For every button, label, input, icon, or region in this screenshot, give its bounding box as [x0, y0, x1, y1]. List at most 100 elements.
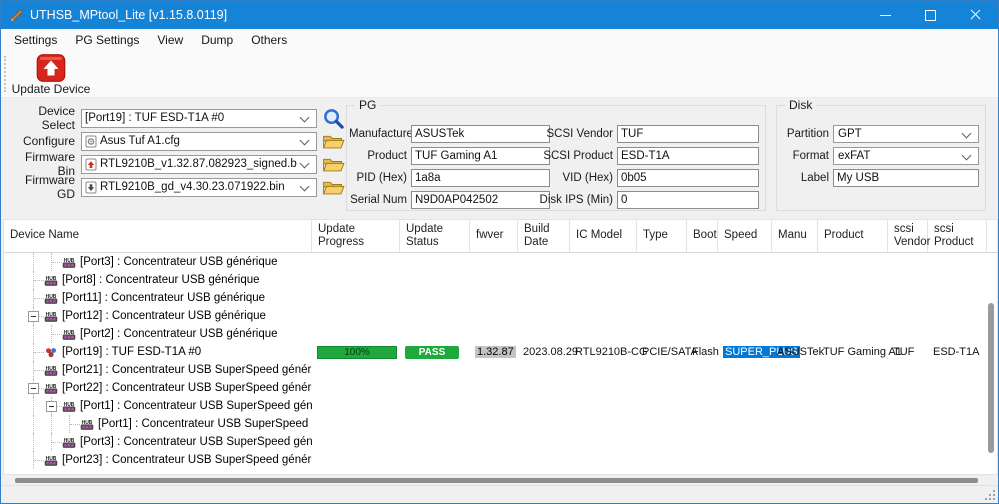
firmware-bin-browse-button[interactable] — [322, 156, 345, 173]
scsi-product-field[interactable] — [617, 147, 759, 165]
column-header-speed[interactable]: Speed — [718, 220, 772, 252]
fwver-chip: 1.32.87 — [475, 346, 516, 358]
pg-group-title: PG — [355, 98, 380, 112]
tree-row[interactable]: HUB[Port3] : Concentrateur USB générique — [4, 253, 997, 271]
tree-indent — [26, 415, 44, 433]
device-name-label: [Port23] : Concentrateur USB SuperSpeed … — [62, 454, 312, 466]
vid-hex-field[interactable] — [617, 169, 759, 187]
scsi-vendor-cell: TUF — [888, 343, 928, 361]
close-icon[interactable] — [953, 1, 998, 29]
format-value: exFAT — [838, 150, 959, 162]
device-select-combo[interactable]: [Port19] : TUF ESD-T1A #0 — [81, 109, 317, 128]
scsi-vendor-label: SCSI Vendor — [527, 125, 613, 143]
scsi-vendor-field[interactable] — [617, 125, 759, 143]
column-header-scsi-product[interactable]: scsi Product — [928, 220, 987, 252]
column-header-update-status[interactable]: Update Status — [400, 220, 470, 252]
resize-grip-icon[interactable] — [984, 489, 995, 500]
tree-row[interactable]: HUB [Port1] : Concentrateur USB SuperSpee… — [4, 397, 997, 415]
disk-ips-min-field[interactable] — [617, 191, 759, 209]
maximize-icon[interactable] — [908, 1, 953, 29]
column-header-build-date[interactable]: Build Date — [518, 220, 570, 252]
tree-row[interactable]: [Port19] : TUF ESD-T1A #0100%PASS1.32.87… — [4, 343, 997, 361]
hub-icon: HUB — [62, 328, 76, 341]
tree-row[interactable]: HUB[Port8] : Concentrateur USB générique — [4, 271, 997, 289]
label-field[interactable] — [833, 169, 979, 187]
configure-label: Configure — [5, 134, 75, 148]
minimize-icon[interactable] — [863, 1, 908, 29]
tree-indent — [62, 415, 80, 433]
column-header-type[interactable]: Type — [637, 220, 687, 252]
scsi-product-cell: ESD-T1A — [928, 343, 987, 361]
tree-indent — [26, 397, 44, 415]
update-device-label: Update Device — [12, 82, 91, 96]
app-pencil-icon — [9, 8, 24, 23]
ic-model-cell: RTL9210B-CG — [570, 343, 637, 361]
partition-combo[interactable]: GPT — [833, 125, 979, 143]
collapse-expander-icon[interactable] — [28, 383, 39, 394]
tree-row[interactable]: HUB[Port1] : Concentrateur USB SuperSpee… — [4, 415, 997, 433]
update-device-button[interactable]: Update Device — [10, 52, 92, 98]
menu-item-pg-settings[interactable]: PG Settings — [66, 29, 148, 51]
column-header-manu[interactable]: Manu — [772, 220, 818, 252]
disk-ips-min-label: Disk IPS (Min) — [527, 191, 613, 209]
column-header-boot[interactable]: Boot — [687, 220, 718, 252]
tree-row[interactable]: HUB[Port11] : Concentrateur USB génériqu… — [4, 289, 997, 307]
hub-icon: HUB — [62, 400, 76, 413]
tree-indent — [26, 271, 44, 289]
collapse-expander-icon[interactable] — [28, 311, 39, 322]
menu-item-settings[interactable]: Settings — [5, 29, 66, 51]
column-header-device-name[interactable]: Device Name — [4, 220, 312, 252]
tree-row[interactable]: HUB[Port21] : Concentrateur USB SuperSpe… — [4, 361, 997, 379]
configure-combo[interactable]: Asus Tuf A1.cfg — [81, 132, 317, 151]
window-controls — [863, 1, 998, 29]
horizontal-scrollbar[interactable] — [3, 477, 996, 485]
tree-row[interactable]: HUB[Port22] : Concentrateur USB SuperSpe… — [4, 379, 997, 397]
vertical-scrollbar[interactable] — [986, 253, 996, 472]
tree-line — [33, 253, 34, 271]
device-table: Device NameUpdate ProgressUpdate Statusf… — [3, 219, 998, 475]
column-header-fwver[interactable]: fwver — [470, 220, 518, 252]
device-name-cell: [Port19] : TUF ESD-T1A #0 — [4, 343, 312, 361]
tree-line — [33, 397, 34, 415]
horizontal-scrollbar-thumb[interactable] — [15, 478, 978, 483]
type-cell: PCIE/SATA — [637, 343, 687, 361]
tree-indent — [44, 433, 62, 451]
vid-hex-label: VID (Hex) — [527, 169, 613, 187]
menu-item-others[interactable]: Others — [242, 29, 296, 51]
firmware-gd-browse-button[interactable] — [322, 179, 345, 196]
fwver-cell: 1.32.87 — [470, 343, 518, 361]
tree-indent — [44, 415, 62, 433]
firmware-gd-combo[interactable]: RTL9210B_gd_v4.30.23.071922.bin — [81, 178, 317, 197]
tree-indent — [44, 325, 62, 343]
firmware-bin-combo[interactable]: RTL9210B_v1.32.87.082923_signed.bin — [81, 155, 317, 174]
tree-row[interactable]: HUB [Port23] : Concentrateur USB SuperSpe… — [4, 451, 997, 469]
format-combo[interactable]: exFAT — [833, 147, 979, 165]
search-icon — [322, 107, 345, 130]
tree-connector — [70, 424, 80, 425]
vertical-scrollbar-thumb[interactable] — [988, 303, 994, 453]
tree-row[interactable]: HUB[Port3] : Concentrateur USB SuperSpee… — [4, 433, 997, 451]
firmware-file-icon — [85, 158, 97, 171]
device-search-button[interactable] — [322, 107, 345, 130]
tree-row[interactable]: HUB[Port2] : Concentrateur USB générique — [4, 325, 997, 343]
column-header-scsi-vendor[interactable]: scsi Vendor — [888, 220, 928, 252]
column-header-product[interactable]: Product — [818, 220, 888, 252]
device-name-label: [Port3] : Concentrateur USB SuperSpeed g… — [80, 436, 312, 448]
menu-item-dump[interactable]: Dump — [192, 29, 242, 51]
collapse-expander-icon[interactable] — [46, 401, 57, 412]
device-name-cell: HUB[Port22] : Concentrateur USB SuperSpe… — [4, 379, 312, 397]
configure-browse-button[interactable] — [322, 133, 345, 150]
firmware-bin-value: RTL9210B_v1.32.87.082923_signed.bin — [100, 158, 297, 170]
status-badge: PASS — [405, 346, 459, 359]
product-cell: TUF Gaming A1 — [818, 343, 888, 361]
firmware-gd-label: Firmware GD — [5, 173, 75, 201]
menu-item-view[interactable]: View — [148, 29, 192, 51]
device-name-label: [Port3] : Concentrateur USB générique — [80, 256, 278, 268]
hub-icon: HUB — [44, 454, 58, 467]
column-header-update-progress[interactable]: Update Progress — [312, 220, 400, 252]
device-name-label: [Port1] : Concentrateur USB SuperSpeed g… — [80, 400, 312, 412]
tree-row[interactable]: HUB[Port12] : Concentrateur USB génériqu… — [4, 307, 997, 325]
column-header-ic-model[interactable]: IC Model — [570, 220, 637, 252]
tree-connector — [34, 280, 44, 281]
usb-icon — [44, 346, 58, 359]
